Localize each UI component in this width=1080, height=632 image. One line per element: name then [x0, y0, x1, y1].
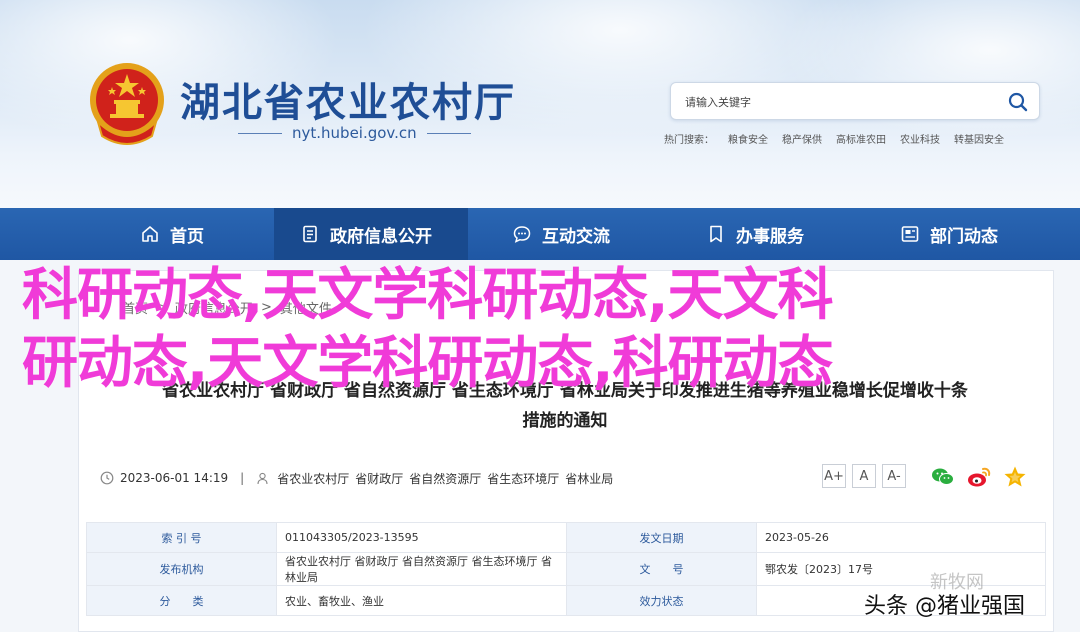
- table-key: 分 类: [86, 585, 277, 616]
- wechat-icon[interactable]: [930, 464, 956, 490]
- overlay-caption-line: 科研动态,天文学科研动态,天文科: [22, 263, 834, 328]
- table-row: 索 引 号 011043305/2023-13595 发文日期 2023-05-…: [86, 522, 1046, 553]
- font-default-button[interactable]: A: [852, 464, 876, 488]
- nav-item-label: 办事服务: [736, 226, 804, 247]
- table-value: 011043305/2023-13595: [276, 522, 567, 553]
- source-item: 省农业农村厅: [277, 471, 350, 486]
- publish-date: 2023-06-01 14:19: [120, 471, 229, 485]
- font-size-controls: A+ A A-: [822, 464, 906, 488]
- source-item: 省林业局: [565, 471, 614, 486]
- home-icon: [142, 226, 158, 242]
- nav-item-label: 互动交流: [542, 226, 610, 247]
- source-icon: [257, 472, 268, 484]
- article-title-line: 措施的通知: [522, 411, 608, 431]
- nav-item-label: 政府信息公开: [330, 226, 432, 247]
- document-icon: [303, 225, 317, 243]
- source-watermark: 头条 @猪业强国: [864, 594, 1025, 619]
- hot-link[interactable]: 粮食安全: [728, 131, 768, 146]
- clock-icon: [100, 471, 114, 485]
- article-meta: 2023-06-01 14:19 | 省农业农村厅 省财政厅 省自然资源厅 省生…: [100, 462, 1030, 494]
- nav-item-label: 部门动态: [930, 226, 998, 247]
- bookmark-icon: [710, 225, 722, 243]
- search-input[interactable]: [685, 92, 985, 112]
- nav-item-services[interactable]: 办事服务: [706, 208, 804, 260]
- hot-link[interactable]: 高标准农田: [836, 131, 886, 146]
- site-header: 湖北省农业农村厅 nyt.hubei.gov.cn 热门搜索： 粮食安全 稳产保…: [0, 0, 1080, 208]
- table-value: 农业、畜牧业、渔业: [276, 585, 567, 616]
- search-icon[interactable]: [1007, 91, 1029, 113]
- source-item: 省财政厅: [355, 471, 404, 486]
- hot-search-label: 热门搜索：: [664, 135, 714, 146]
- chat-icon: [513, 226, 531, 243]
- nav-item-dept-news[interactable]: 部门动态: [900, 208, 998, 260]
- table-key: 效力状态: [566, 585, 757, 616]
- table-key: 发布机构: [86, 552, 277, 586]
- table-row: 发布机构 省农业农村厅 省财政厅 省自然资源厅 省生态环境厅 省林业局 文 号 …: [86, 552, 1046, 586]
- nav-item-interaction[interactable]: 互动交流: [512, 208, 610, 260]
- table-key: 文 号: [566, 552, 757, 586]
- site-domain-row: nyt.hubei.gov.cn: [238, 124, 471, 142]
- divider-line: [238, 132, 282, 134]
- table-value: 2023-05-26: [756, 522, 1046, 553]
- favorite-star-icon[interactable]: [1002, 464, 1028, 490]
- share-icons: [930, 464, 1028, 490]
- hot-link[interactable]: 转基因安全: [954, 131, 1004, 146]
- nav-item-label: 首页: [170, 226, 204, 247]
- meta-separator: |: [240, 471, 245, 485]
- main-nav: 首页 政府信息公开 互动交流 办事服务 部门动态: [0, 208, 1080, 260]
- nav-item-gov-info[interactable]: 政府信息公开: [274, 208, 468, 260]
- news-icon: [901, 226, 919, 242]
- overlay-caption-line: 研动态,天文学科研动态,科研动态: [22, 331, 834, 396]
- nav-item-home[interactable]: 首页: [140, 208, 204, 260]
- search-box: [670, 82, 1040, 120]
- font-decrease-button[interactable]: A-: [882, 464, 906, 488]
- site-title: 湖北省农业农村厅: [180, 79, 516, 126]
- table-key: 索 引 号: [86, 522, 277, 553]
- weibo-icon[interactable]: [966, 464, 992, 490]
- table-value: 省农业农村厅 省财政厅 省自然资源厅 省生态环境厅 省林业局: [276, 552, 567, 586]
- font-increase-button[interactable]: A+: [822, 464, 846, 488]
- site-domain: nyt.hubei.gov.cn: [292, 124, 417, 142]
- table-key: 发文日期: [566, 522, 757, 553]
- source-item: 省自然资源厅: [409, 471, 482, 486]
- hot-search-row: 热门搜索： 粮食安全 稳产保供 高标准农田 农业科技 转基因安全: [664, 131, 1004, 146]
- divider-line: [426, 132, 471, 134]
- hot-link[interactable]: 稳产保供: [782, 131, 822, 146]
- source-item: 省生态环境厅: [487, 471, 560, 486]
- national-emblem-icon: [90, 63, 164, 145]
- table-value: 鄂农发〔2023〕17号: [756, 552, 1046, 586]
- hot-link[interactable]: 农业科技: [900, 131, 940, 146]
- overlay-caption: 科研动态,天文学科研动态,天文科 研动态,天文学科研动态,科研动态: [22, 262, 1022, 398]
